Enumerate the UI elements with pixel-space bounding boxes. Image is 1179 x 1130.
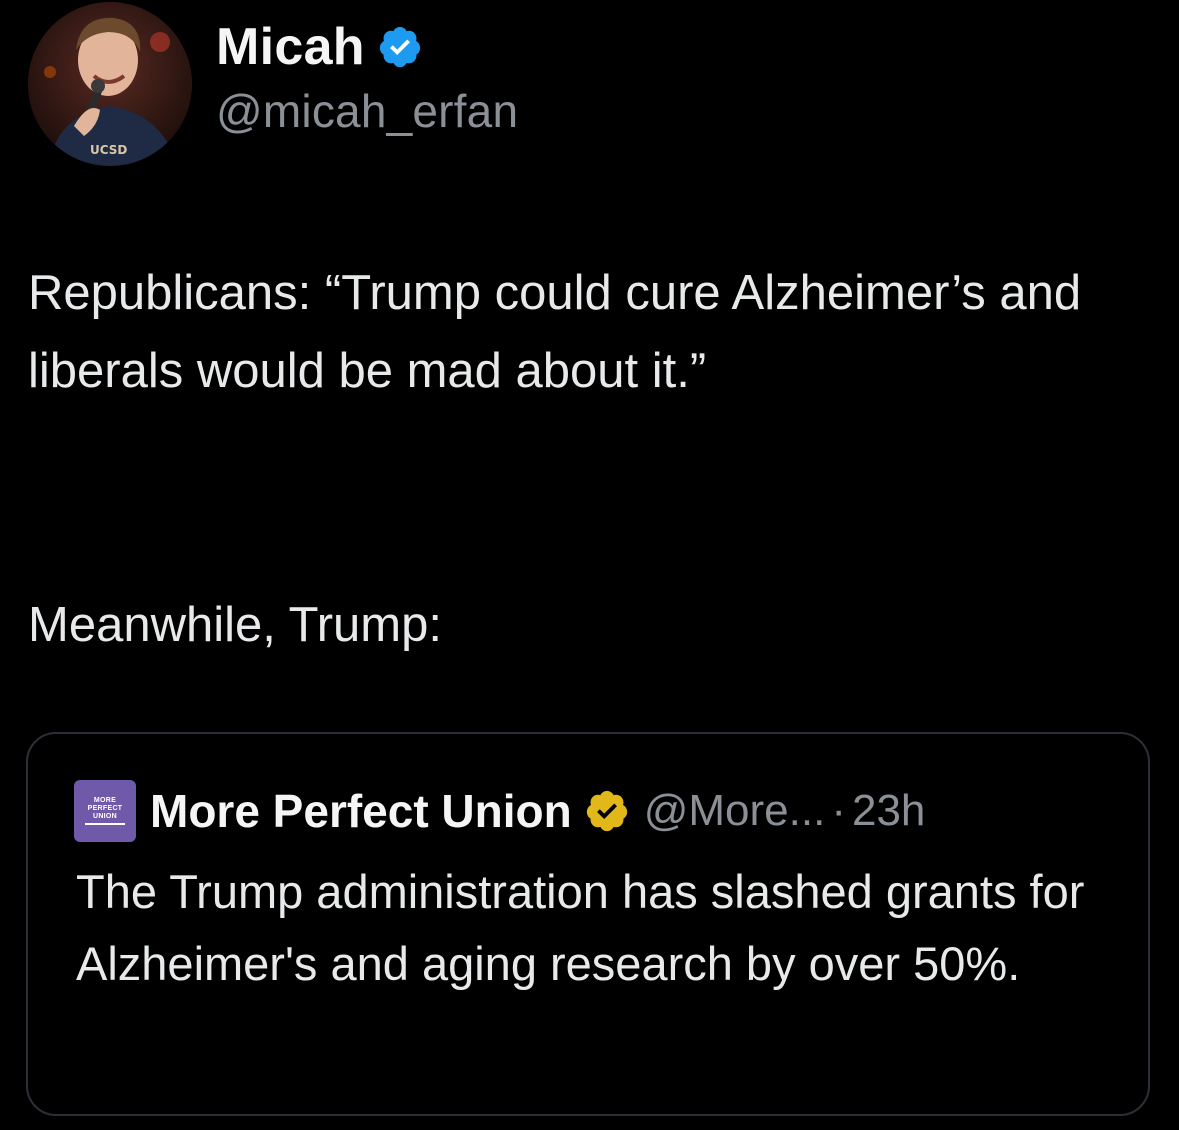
author-name[interactable]: Micah: [216, 17, 365, 77]
dot-separator: ·: [831, 786, 846, 835]
quoted-tweet-header: MORE PERFECT UNION More Perfect Union @M…: [74, 780, 925, 842]
tweet-text-paragraph: Meanwhile, Trump:: [28, 598, 442, 652]
tweet-text-paragraph: Republicans: “Trump could cure Alzheimer…: [28, 266, 1095, 398]
author-avatar[interactable]: UCSD: [28, 2, 192, 166]
author-name-row: Micah: [216, 18, 423, 76]
avatar-logo-text: MORE: [93, 797, 117, 804]
quoted-tweet-timestamp[interactable]: 23h: [852, 786, 925, 836]
gold-verified-badge-icon: [586, 790, 627, 832]
quoted-tweet-card[interactable]: MORE PERFECT UNION More Perfect Union @M…: [26, 732, 1150, 1116]
quoted-tweet-text: The Trump administration has slashed gra…: [76, 865, 1085, 990]
verified-badge-icon: [379, 26, 420, 68]
quoted-author-handle[interactable]: @More...: [644, 786, 826, 836]
avatar-logo-underline: [85, 823, 125, 825]
author-handle[interactable]: @micah_erfan: [216, 84, 518, 138]
quoted-author-avatar[interactable]: MORE PERFECT UNION: [74, 780, 136, 842]
svg-text:UCSD: UCSD: [90, 143, 127, 157]
tweet: UCSD Micah @micah_erfan Republicans: “Tr…: [0, 0, 1179, 1130]
avatar-logo-text: PERFECT: [87, 805, 123, 812]
quoted-author-name[interactable]: More Perfect Union: [150, 784, 572, 838]
avatar-logo-text: UNION: [92, 813, 118, 820]
avatar-photo: UCSD: [28, 2, 192, 166]
